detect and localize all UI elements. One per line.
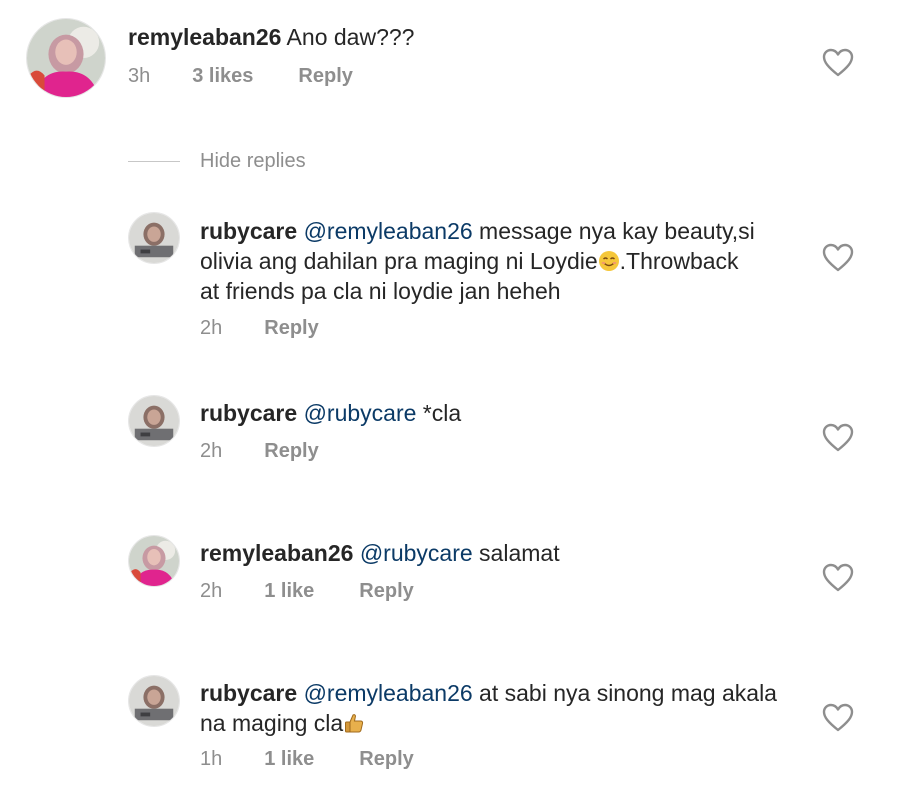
likes-count[interactable]: 1 like (264, 748, 314, 771)
comment-time: 3h (128, 64, 151, 87)
comment-line: rubycare @remyleaban26 message nya kay b… (200, 216, 810, 246)
comment-line: rubycare @remyleaban26 at sabi nya sinon… (200, 678, 810, 708)
reply-button[interactable]: Reply (359, 580, 413, 603)
heart-outline-icon[interactable] (822, 563, 854, 593)
comment-time: 2h (200, 579, 223, 602)
comment-time: 2h (200, 439, 223, 462)
comment-text: Ano daw??? (281, 24, 415, 50)
comment-text: olivia ang dahilan pra maging ni Loydie (200, 248, 598, 274)
mention-link[interactable]: @remyleaban26 (304, 218, 473, 244)
comment-meta: 3h 3 likes Reply (128, 62, 353, 90)
comment-username[interactable]: remyleaban26 (200, 540, 353, 566)
thumbs-up-emoji (345, 714, 364, 733)
comment-text: at friends pa cla ni loydie jan heheh (200, 278, 561, 304)
comment-line: olivia ang dahilan pra maging ni Loydie.… (200, 246, 810, 276)
mention-link[interactable]: @remyleaban26 (304, 680, 473, 706)
comment-text: *cla (416, 400, 462, 426)
comment-username[interactable]: rubycare (200, 680, 297, 706)
comment-meta: 2h Reply (200, 314, 319, 342)
mention-link[interactable]: @rubycare (360, 540, 473, 566)
comment-text: salamat (472, 540, 560, 566)
avatar[interactable] (128, 675, 180, 727)
comment-text: na maging cla (200, 710, 344, 736)
likes-count[interactable]: 3 likes (192, 65, 253, 88)
comment-body: rubycare @remyleaban26 message nya kay b… (200, 216, 810, 306)
divider-line (128, 160, 180, 162)
likes-count[interactable]: 1 like (264, 580, 314, 603)
comment-meta: 1h 1 like Reply (200, 745, 414, 773)
comment-text: at sabi nya sinong mag akala (472, 680, 777, 706)
comment-meta: 2h Reply (200, 437, 319, 465)
avatar[interactable] (26, 18, 106, 98)
reply-button[interactable]: Reply (359, 748, 413, 771)
reply-button[interactable]: Reply (264, 317, 318, 340)
mention-link[interactable]: @rubycare (304, 400, 417, 426)
reply-button[interactable]: Reply (264, 440, 318, 463)
hide-replies-label[interactable]: Hide replies (200, 150, 306, 173)
heart-outline-icon[interactable] (822, 423, 854, 453)
comment-line: at friends pa cla ni loydie jan heheh (200, 276, 810, 306)
comment-body: remyleaban26 Ano daw??? (128, 22, 788, 52)
comment-body: rubycare @remyleaban26 at sabi nya sinon… (200, 678, 810, 738)
comment-username[interactable]: rubycare (200, 400, 297, 426)
reply-button[interactable]: Reply (298, 65, 352, 88)
comment-body: remyleaban26 @rubycare salamat (200, 538, 810, 568)
smiling-face-emoji (598, 251, 619, 271)
hide-replies-toggle[interactable]: Hide replies (128, 147, 306, 175)
comment-text: message nya kay beauty,si (472, 218, 755, 244)
comment-meta: 2h 1 like Reply (200, 577, 414, 605)
avatar[interactable] (128, 395, 180, 447)
avatar[interactable] (128, 535, 180, 587)
comment-time: 2h (200, 316, 223, 339)
heart-outline-icon[interactable] (822, 703, 854, 733)
comment-line: na maging cla (200, 708, 810, 738)
comment-time: 1h (200, 747, 223, 770)
comment-body: rubycare @rubycare *cla (200, 398, 810, 428)
comment-username[interactable]: remyleaban26 (128, 24, 281, 50)
comment-username[interactable]: rubycare (200, 218, 297, 244)
avatar[interactable] (128, 212, 180, 264)
comment-text: .Throwback (619, 248, 739, 274)
heart-outline-icon[interactable] (822, 243, 854, 273)
heart-outline-icon[interactable] (822, 48, 854, 78)
